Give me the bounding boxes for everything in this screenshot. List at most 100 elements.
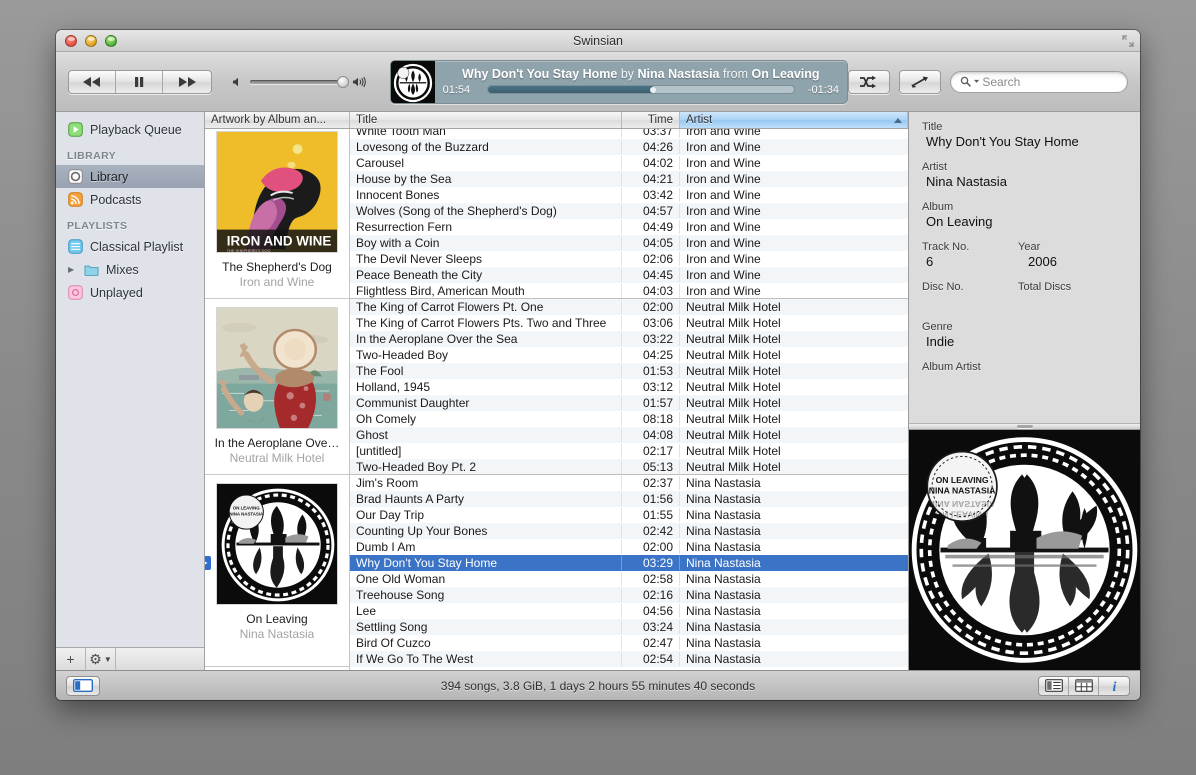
sidebar-item-podcasts[interactable]: Podcasts: [56, 188, 204, 211]
minimize-button[interactable]: [85, 35, 97, 47]
field-value-total-discs[interactable]: [1018, 294, 1114, 310]
volume-slider[interactable]: [250, 80, 346, 84]
table-row[interactable]: In the Aeroplane Over the Sea03:22Neutra…: [350, 331, 908, 347]
table-row[interactable]: Boy with a Coin04:05Iron and Wine: [350, 235, 908, 251]
table-row[interactable]: [untitled]02:17Neutral Milk Hotel: [350, 443, 908, 459]
main-content: Playback Queue LIBRARY Library: [56, 112, 1140, 670]
table-row[interactable]: White Tooth Man03:37Iron and Wine: [350, 129, 908, 139]
seek-knob[interactable]: [650, 87, 656, 93]
seek-slider[interactable]: [487, 85, 795, 94]
field-value-album[interactable]: On Leaving: [922, 214, 1140, 230]
cell-artist: Neutral Milk Hotel: [680, 428, 908, 442]
table-row[interactable]: Our Day Trip01:55Nina Nastasia: [350, 507, 908, 523]
table-row[interactable]: Treehouse Song02:16Nina Nastasia: [350, 587, 908, 603]
table-row[interactable]: Lovesong of the Buzzard04:26Iron and Win…: [350, 139, 908, 155]
table-row[interactable]: Resurrection Fern04:49Iron and Wine: [350, 219, 908, 235]
table-row[interactable]: Communist Daughter01:57Neutral Milk Hote…: [350, 395, 908, 411]
table-row[interactable]: Settling Song03:24Nina Nastasia: [350, 619, 908, 635]
sidebar-item-playback-queue[interactable]: Playback Queue: [56, 118, 204, 141]
pause-button[interactable]: [116, 71, 163, 93]
zoom-button[interactable]: [105, 35, 117, 47]
cell-artist: Iron and Wine: [680, 252, 908, 266]
cell-artist: Iron and Wine: [680, 188, 908, 202]
add-playlist-button[interactable]: +: [56, 648, 86, 670]
table-row[interactable]: The Devil Never Sleeps02:06Iron and Wine: [350, 251, 908, 267]
cell-artist: Nina Nastasia: [680, 476, 908, 490]
sidebar-item-library[interactable]: Library: [56, 165, 204, 188]
field-value-track-no[interactable]: 6: [922, 254, 1018, 270]
search-input[interactable]: [982, 75, 1118, 89]
chevron-down-icon[interactable]: [974, 79, 979, 84]
field-value-artist[interactable]: Nina Nastasia: [922, 174, 1140, 190]
sidebar-item-label: Library: [90, 170, 128, 184]
table-row[interactable]: The Fool01:53Neutral Milk Hotel: [350, 363, 908, 379]
table-row[interactable]: House by the Sea04:21Iron and Wine: [350, 171, 908, 187]
volume-slider-knob[interactable]: [337, 76, 349, 88]
previous-button[interactable]: [69, 71, 116, 93]
volume-low-icon: [232, 76, 244, 88]
cell-title: The Devil Never Sleeps: [350, 252, 622, 266]
table-row[interactable]: Peace Beneath the City04:45Iron and Wine: [350, 267, 908, 283]
field-value-disc-no[interactable]: [922, 294, 1018, 310]
shuffle-button[interactable]: [848, 70, 890, 94]
table-row[interactable]: If We Go To The West02:54Nina Nastasia: [350, 651, 908, 667]
sidebar-item-unplayed[interactable]: Unplayed: [56, 281, 204, 304]
sidebar-item-mixes[interactable]: ▶ Mixes: [56, 258, 204, 281]
table-row[interactable]: The King of Carrot Flowers Pt. One02:00N…: [350, 299, 908, 315]
table-row[interactable]: Oh Comely08:18Neutral Milk Hotel: [350, 411, 908, 427]
disclosure-triangle-icon[interactable]: ▶: [68, 265, 77, 274]
info-view-button[interactable]: i: [1099, 677, 1129, 695]
volume-control[interactable]: [232, 76, 368, 88]
cell-title: The King of Carrot Flowers Pt. One: [350, 300, 622, 314]
table-row[interactable]: Two-Headed Boy04:25Neutral Milk Hotel: [350, 347, 908, 363]
now-playing-display[interactable]: Why Don't You Stay Home by Nina Nastasia…: [390, 60, 848, 104]
table-row[interactable]: One Old Woman02:58Nina Nastasia: [350, 571, 908, 587]
album-artwork-cell[interactable]: In the Aeroplane Ove…Neutral Milk Hotel: [205, 299, 349, 475]
tracks-grid[interactable]: IRON AND WINE THE SHEPHERD'S DOG The She…: [205, 129, 908, 670]
next-button[interactable]: [163, 71, 210, 93]
table-row[interactable]: Ghost04:08Neutral Milk Hotel: [350, 427, 908, 443]
table-row[interactable]: Counting Up Your Bones02:42Nina Nastasia: [350, 523, 908, 539]
table-row[interactable]: Flightless Bird, American Mouth04:03Iron…: [350, 283, 908, 299]
table-row[interactable]: Jim's Room02:37Nina Nastasia: [350, 475, 908, 491]
repeat-button[interactable]: [899, 70, 941, 94]
svg-text:ON LEAVING: ON LEAVING: [936, 510, 989, 520]
table-row[interactable]: Brad Haunts A Party01:56Nina Nastasia: [350, 491, 908, 507]
track-rows[interactable]: White Tooth Man03:37Iron and WineLoveson…: [350, 129, 908, 670]
table-row[interactable]: Holland, 194503:12Neutral Milk Hotel: [350, 379, 908, 395]
search-field[interactable]: [950, 71, 1128, 93]
table-row[interactable]: Dumb I Am02:00Nina Nastasia: [350, 539, 908, 555]
playlist-actions-button[interactable]: ⚙ ▼: [86, 648, 116, 670]
column-header-artist[interactable]: Artist: [680, 112, 908, 128]
field-value-title[interactable]: Why Don't You Stay Home: [922, 134, 1140, 150]
field-value-genre[interactable]: Indie: [922, 334, 1140, 350]
artwork-column: IRON AND WINE THE SHEPHERD'S DOG The She…: [205, 129, 350, 670]
album-artwork-large[interactable]: ON LEAVING NINA NASTASIA ON LEAVING NINA…: [909, 430, 1140, 670]
cell-artist: Nina Nastasia: [680, 620, 908, 634]
field-value-year[interactable]: 2006: [1018, 254, 1114, 270]
table-row[interactable]: Innocent Bones03:42Iron and Wine: [350, 187, 908, 203]
info-panel-splitter[interactable]: [909, 423, 1140, 430]
table-row[interactable]: Why Don't You Stay Home03:29Nina Nastasi…: [350, 555, 908, 571]
album-artwork-cell[interactable]: IRON AND WINE THE SHEPHERD'S DOG The She…: [205, 129, 349, 299]
library-icon: [68, 169, 83, 184]
album-artwork-cell[interactable]: ON LEAVING NINA NASTASIA On LeavingNina …: [205, 475, 349, 667]
table-row[interactable]: The King of Carrot Flowers Pts. Two and …: [350, 315, 908, 331]
grid-view-button[interactable]: [1069, 677, 1099, 695]
close-button[interactable]: [65, 35, 77, 47]
table-row[interactable]: Wolves (Song of the Shepherd's Dog)04:57…: [350, 203, 908, 219]
status-text: 394 songs, 3.8 GiB, 1 days 2 hours 55 mi…: [56, 679, 1140, 693]
table-row[interactable]: Carousel04:02Iron and Wine: [350, 155, 908, 171]
column-header-title[interactable]: Title: [350, 112, 622, 128]
column-header-time[interactable]: Time: [622, 112, 680, 128]
column-header-artwork[interactable]: Artwork by Album an...: [205, 112, 350, 128]
table-row[interactable]: Lee04:56Nina Nastasia: [350, 603, 908, 619]
table-row[interactable]: Bird Of Cuzco02:47Nina Nastasia: [350, 635, 908, 651]
sidebar-item-classical-playlist[interactable]: Classical Playlist: [56, 235, 204, 258]
table-row[interactable]: Two-Headed Boy Pt. 205:13Neutral Milk Ho…: [350, 459, 908, 475]
fullscreen-icon[interactable]: [1122, 35, 1134, 47]
cell-time: 02:54: [622, 652, 680, 666]
now-playing-title: Why Don't You Stay Home by Nina Nastasia…: [462, 67, 820, 81]
sidebar-toggle-button[interactable]: [66, 676, 100, 696]
list-view-button[interactable]: [1039, 677, 1069, 695]
